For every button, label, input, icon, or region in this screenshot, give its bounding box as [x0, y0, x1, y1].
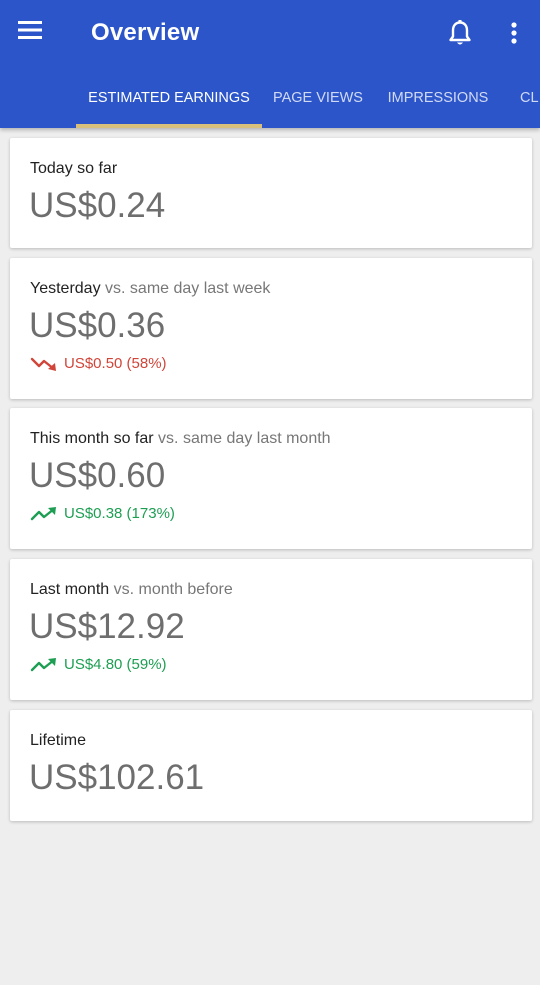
- comparison-text: vs. same day last week: [100, 280, 271, 297]
- card-title: Last month: [30, 581, 110, 598]
- trending-up-icon: [30, 506, 64, 522]
- menu-icon: [18, 20, 54, 40]
- tab-estimated-earnings[interactable]: ESTIMATED EARNINGS: [76, 70, 262, 128]
- card-yesterday[interactable]: Yesterday vs. same day last week US$0.36…: [10, 258, 532, 399]
- earnings-value: US$0.36: [29, 306, 166, 345]
- card-label: Last month vs. month before: [30, 581, 233, 599]
- delta-row: US$0.38 (173%): [30, 505, 175, 522]
- comparison-text: vs. same day last month: [153, 430, 331, 447]
- delta-row: US$4.80 (59%): [30, 656, 167, 673]
- delta-text: US$4.80 (59%): [64, 656, 167, 673]
- tab-impressions[interactable]: IMPRESSIONS: [374, 70, 502, 128]
- menu-button[interactable]: [18, 20, 54, 48]
- earnings-value: US$102.61: [29, 758, 205, 797]
- delta-text: US$0.50 (58%): [64, 355, 167, 372]
- more-vertical-icon: [502, 22, 526, 53]
- earnings-value: US$12.92: [29, 607, 185, 646]
- active-tab-indicator: [76, 124, 262, 128]
- card-label: Lifetime: [30, 732, 86, 750]
- card-title: Today so far: [30, 160, 118, 177]
- bell-icon: [447, 20, 473, 51]
- card-lifetime[interactable]: Lifetime US$102.61: [10, 710, 532, 821]
- earnings-value: US$0.24: [29, 186, 166, 225]
- trending-down-icon: [30, 356, 64, 372]
- notifications-button[interactable]: [447, 19, 475, 49]
- card-label: Yesterday vs. same day last week: [30, 280, 270, 298]
- trending-up-icon: [30, 657, 64, 673]
- delta-row: US$0.50 (58%): [30, 355, 167, 372]
- card-last-month[interactable]: Last month vs. month before US$12.92 US$…: [10, 559, 532, 700]
- comparison-text: vs. month before: [109, 581, 233, 598]
- card-today[interactable]: Today so far US$0.24: [10, 138, 532, 248]
- card-this-month[interactable]: This month so far vs. same day last mont…: [10, 408, 532, 549]
- card-title: Yesterday: [30, 280, 101, 297]
- earnings-value: US$0.60: [29, 456, 166, 495]
- card-label: This month so far vs. same day last mont…: [30, 430, 331, 448]
- card-title: This month so far: [30, 430, 154, 447]
- more-options-button[interactable]: [502, 19, 526, 49]
- tab-clicks[interactable]: CL: [512, 70, 540, 128]
- page-title: Overview: [91, 19, 200, 46]
- delta-text: US$0.38 (173%): [64, 505, 175, 522]
- app-bar: Overview ESTIMATED EARNINGS PAGE VIEWS I…: [0, 0, 540, 128]
- tab-bar: ESTIMATED EARNINGS PAGE VIEWS IMPRESSION…: [0, 70, 540, 128]
- tab-page-views[interactable]: PAGE VIEWS: [262, 70, 374, 128]
- card-title: Lifetime: [30, 732, 87, 749]
- card-label: Today so far: [30, 160, 117, 178]
